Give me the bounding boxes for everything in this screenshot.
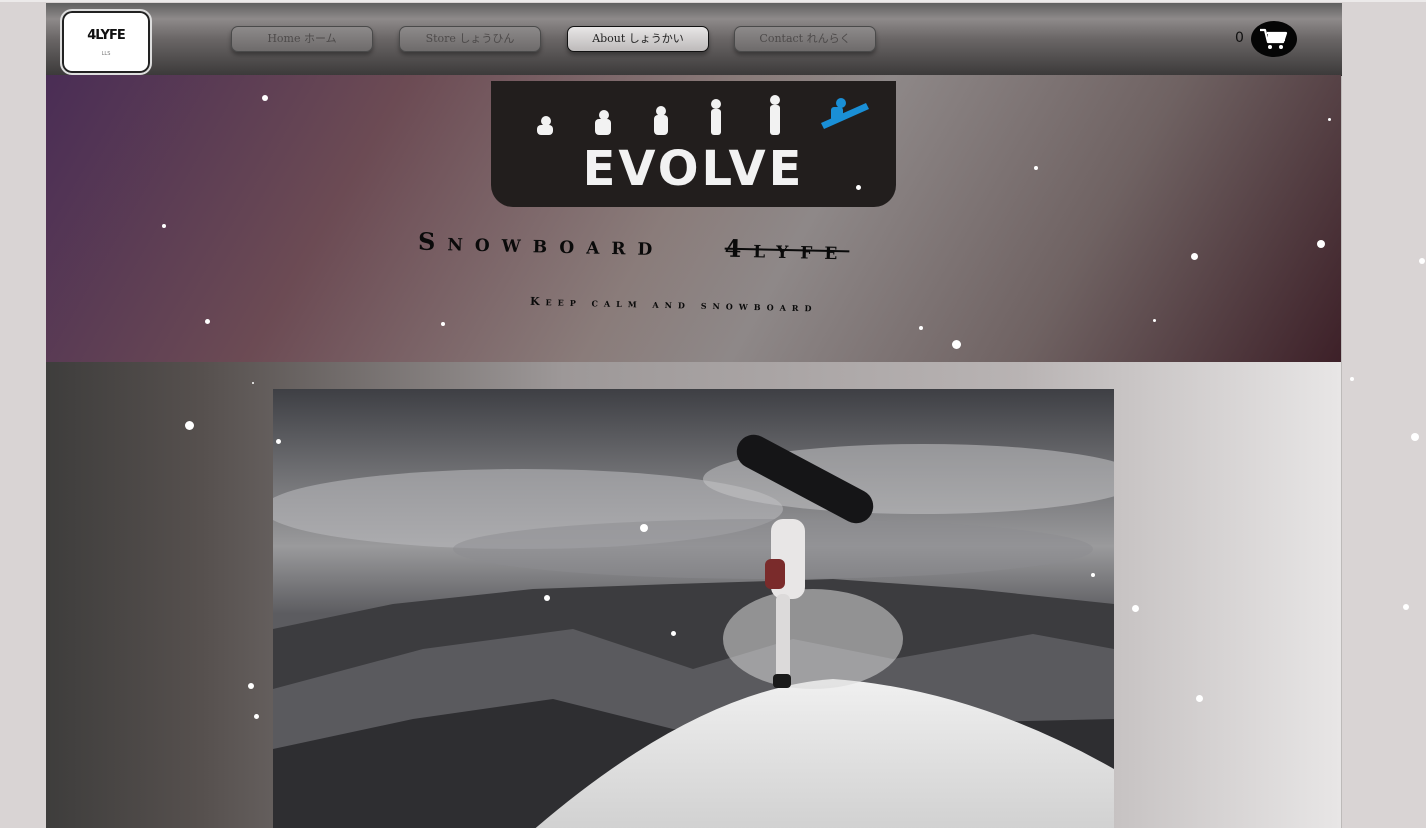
tagline: Keep calm and snowboard — [529, 294, 818, 315]
snowflake — [162, 224, 166, 228]
site-title: Snowboard 4lyfe — [418, 227, 979, 269]
snowflake — [1328, 118, 1331, 121]
snowflake — [1091, 573, 1095, 577]
snowflake — [1350, 377, 1354, 381]
snowflake — [441, 322, 445, 326]
cart-button[interactable] — [1251, 21, 1297, 57]
nav-about-button[interactable]: About しょうかい — [567, 26, 709, 52]
snowflake — [1191, 253, 1198, 260]
evolve-wordmark: EVOLVE — [582, 141, 805, 197]
snowflake — [1411, 433, 1419, 441]
snowflake — [952, 340, 961, 349]
top-border — [0, 0, 1426, 2]
snowflake — [1196, 695, 1203, 702]
snowflake — [1034, 166, 1038, 170]
page-container: 4LYFE LLS Home ホーム Store しょうひん About しょう… — [46, 3, 1342, 828]
header-bar: 4LYFE LLS Home ホーム Store しょうひん About しょう… — [46, 3, 1342, 76]
evolution-snowboarder-icon — [537, 95, 869, 135]
logo-text: 4LYFE — [87, 27, 125, 43]
snowflake — [276, 439, 281, 444]
title-brand: 4lyfe — [724, 233, 850, 266]
site-logo[interactable]: 4LYFE LLS — [60, 9, 152, 75]
snowflake — [185, 421, 194, 430]
logo-subtext: LLS — [101, 50, 111, 57]
snowflake — [671, 631, 676, 636]
evolve-logo: EVOLVE — [491, 81, 896, 207]
shopping-cart-icon — [1260, 28, 1288, 49]
snowboarder-handplant-photo — [273, 389, 1114, 828]
snowflake — [205, 319, 210, 324]
snowflake — [919, 326, 923, 330]
snowflake — [248, 683, 254, 689]
snowflake — [1317, 240, 1325, 248]
hero-banner: EVOLVE Snowboard 4lyfe Keep calm and sno… — [46, 75, 1341, 362]
snowflake — [1419, 258, 1425, 264]
title-main: Snowboard — [417, 226, 665, 262]
snowflake — [856, 185, 861, 190]
nav-home-button[interactable]: Home ホーム — [231, 26, 373, 52]
nav-store-button[interactable]: Store しょうひん — [399, 26, 541, 52]
snowflake — [544, 595, 550, 601]
snowflake — [252, 382, 254, 384]
snowflake — [640, 524, 648, 532]
cart-count: 0 — [1235, 30, 1244, 46]
snowflake — [1403, 604, 1409, 610]
content-section — [46, 362, 1341, 828]
snowflake — [262, 95, 268, 101]
snowflake — [254, 714, 259, 719]
snowflake — [1132, 605, 1139, 612]
photo-scene — [273, 389, 1114, 828]
snowflake — [1153, 319, 1156, 322]
nav-contact-button[interactable]: Contact れんらく — [734, 26, 876, 52]
